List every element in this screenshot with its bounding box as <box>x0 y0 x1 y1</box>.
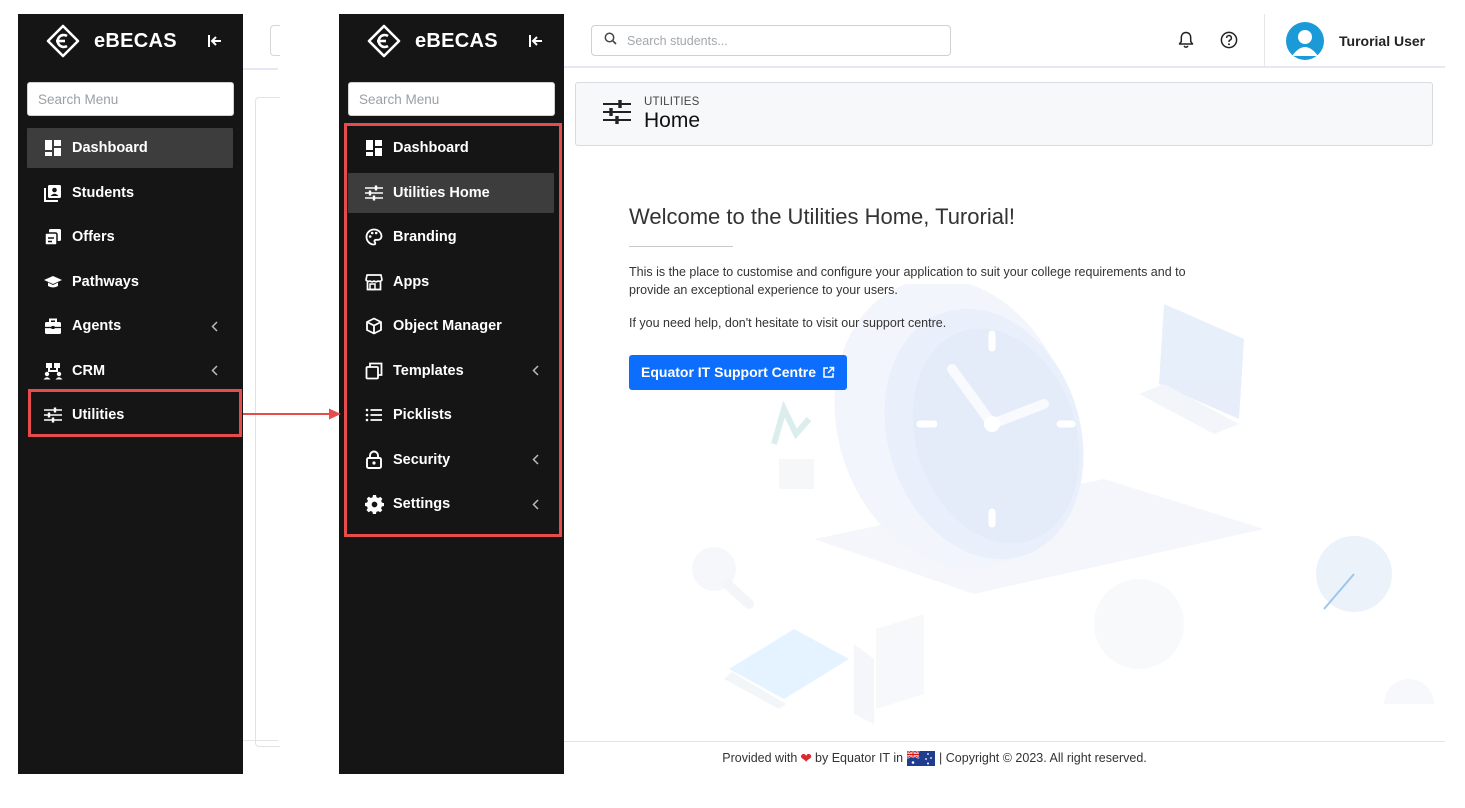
sidebar-item-offers[interactable]: Offers <box>27 217 233 257</box>
crm-icon <box>43 361 63 381</box>
offers-icon <box>43 227 63 247</box>
sidebar-item-label: Utilities Home <box>393 184 490 201</box>
sidebar-collapsed-view: eBECAS Dashboard Students Offers Pathway… <box>18 14 243 774</box>
background-page-strip <box>243 14 280 774</box>
sliders-icon <box>43 405 63 425</box>
sidebar-item-picklists[interactable]: Picklists <box>348 395 554 435</box>
external-link-icon <box>822 366 835 379</box>
sidebar-item-crm[interactable]: CRM <box>27 351 233 391</box>
sidebar-item-students[interactable]: Students <box>27 173 233 213</box>
sidebar-item-pathways[interactable]: Pathways <box>27 262 233 302</box>
australia-flag-icon <box>907 750 936 766</box>
help-icon[interactable] <box>1219 30 1239 50</box>
gear-icon <box>364 494 384 514</box>
footer-copyright: | Copyright © 2023. All right reserved. <box>939 751 1147 765</box>
sidebar-item-label: Picklists <box>393 407 452 423</box>
heart-icon: ❤ <box>800 749 813 766</box>
utilities-menu: Dashboard Utilities Home Branding Apps O… <box>339 128 564 524</box>
sidebar-item-label: Agents <box>72 318 122 334</box>
user-name: Turorial User <box>1339 33 1426 49</box>
support-centre-button-label: Equator IT Support Centre <box>641 364 816 380</box>
briefcase-icon <box>43 316 63 336</box>
sidebar-item-branding[interactable]: Branding <box>348 217 554 257</box>
student-search-box[interactable] <box>591 25 951 56</box>
sidebar-item-label: Templates <box>393 362 464 379</box>
chevron-left-icon <box>530 454 540 466</box>
palette-icon <box>364 227 384 247</box>
sidebar-header: eBECAS <box>18 14 243 68</box>
sidebar-item-object-manager[interactable]: Object Manager <box>348 306 554 346</box>
sidebar-item-agents[interactable]: Agents <box>27 306 233 346</box>
sidebar-item-dashboard[interactable]: Dashboard <box>348 128 554 168</box>
menu-search-input[interactable] <box>27 82 234 116</box>
top-bar: Turorial User <box>564 14 1445 68</box>
sidebar-utilities-view: eBECAS Dashboard Utilities Home Branding… <box>339 14 564 774</box>
sidebar-item-label: Pathways <box>72 273 139 290</box>
sidebar-item-dashboard[interactable]: Dashboard <box>27 128 233 168</box>
collapse-sidebar-icon[interactable] <box>205 31 225 51</box>
search-icon <box>604 32 617 50</box>
sidebar-item-templates[interactable]: Templates <box>348 351 554 391</box>
store-icon <box>364 272 384 292</box>
sidebar-header: eBECAS <box>339 14 564 68</box>
footer-prefix: Provided with <box>722 751 798 765</box>
graduation-cap-icon <box>43 272 63 292</box>
sidebar-item-apps[interactable]: Apps <box>348 262 554 302</box>
sidebar-item-label: Apps <box>393 273 430 290</box>
lock-icon <box>364 450 384 470</box>
sidebar-item-label: Utilities <box>72 407 125 423</box>
student-search-input[interactable] <box>627 33 927 48</box>
ebecas-logo-icon[interactable] <box>367 24 401 58</box>
sidebar-item-label: CRM <box>72 362 106 379</box>
sidebar-item-label: Dashboard <box>393 140 469 156</box>
help-text: If you need help, don't hesitate to visi… <box>629 316 947 330</box>
chevron-left-icon <box>209 320 219 332</box>
templates-icon <box>364 361 384 381</box>
support-centre-button[interactable]: Equator IT Support Centre <box>629 354 847 390</box>
main-menu: Dashboard Students Offers Pathways Agent… <box>18 128 243 435</box>
sidebar-item-label: Dashboard <box>72 140 148 156</box>
sidebar-item-label: Security <box>393 451 451 468</box>
sidebar-item-label: Students <box>72 184 135 201</box>
dashboard-icon <box>364 138 384 158</box>
divider <box>629 246 733 247</box>
welcome-heading: Welcome to the Utilities Home, Turorial! <box>629 204 1015 229</box>
sidebar-item-label: Offers <box>72 229 115 245</box>
collapse-sidebar-icon[interactable] <box>526 31 546 51</box>
cube-icon <box>364 316 384 336</box>
sidebar-item-utilities[interactable]: Utilities <box>27 395 233 435</box>
sliders-icon <box>602 99 632 130</box>
page-header: UTILITIES Home <box>575 82 1433 146</box>
sidebar-item-label: Branding <box>393 229 457 245</box>
ebecas-logo-icon[interactable] <box>46 24 80 58</box>
dashboard-icon <box>43 138 63 158</box>
footer-by: by Equator IT in <box>815 751 904 765</box>
page-title: Home <box>644 108 701 132</box>
students-icon <box>43 183 63 203</box>
footer: Provided with ❤ by Equator IT in | Copyr… <box>564 741 1445 774</box>
sidebar-item-label: Object Manager <box>393 318 502 334</box>
chevron-left-icon <box>530 498 540 510</box>
main-area: Turorial User UTILITIES Home <box>564 14 1445 774</box>
chevron-left-icon <box>209 365 219 377</box>
welcome-section: Welcome to the Utilities Home, Turorial!… <box>629 204 1189 390</box>
brand-name: eBECAS <box>94 29 177 52</box>
intro-text: This is the place to customise and confi… <box>629 265 1186 297</box>
sidebar-item-security[interactable]: Security <box>348 440 554 480</box>
sidebar-item-utilities-home[interactable]: Utilities Home <box>348 172 554 213</box>
sidebar-item-settings[interactable]: Settings <box>348 484 554 524</box>
list-icon <box>364 405 384 425</box>
menu-search-input[interactable] <box>348 82 555 116</box>
page-section-label: UTILITIES <box>644 95 700 108</box>
bell-icon[interactable] <box>1176 30 1196 50</box>
user-menu[interactable]: Turorial User <box>1286 22 1425 60</box>
avatar <box>1286 22 1324 60</box>
sliders-icon <box>364 183 384 203</box>
sidebar-item-label: Settings <box>393 496 451 512</box>
chevron-left-icon <box>530 365 540 377</box>
brand-name: eBECAS <box>415 29 498 52</box>
